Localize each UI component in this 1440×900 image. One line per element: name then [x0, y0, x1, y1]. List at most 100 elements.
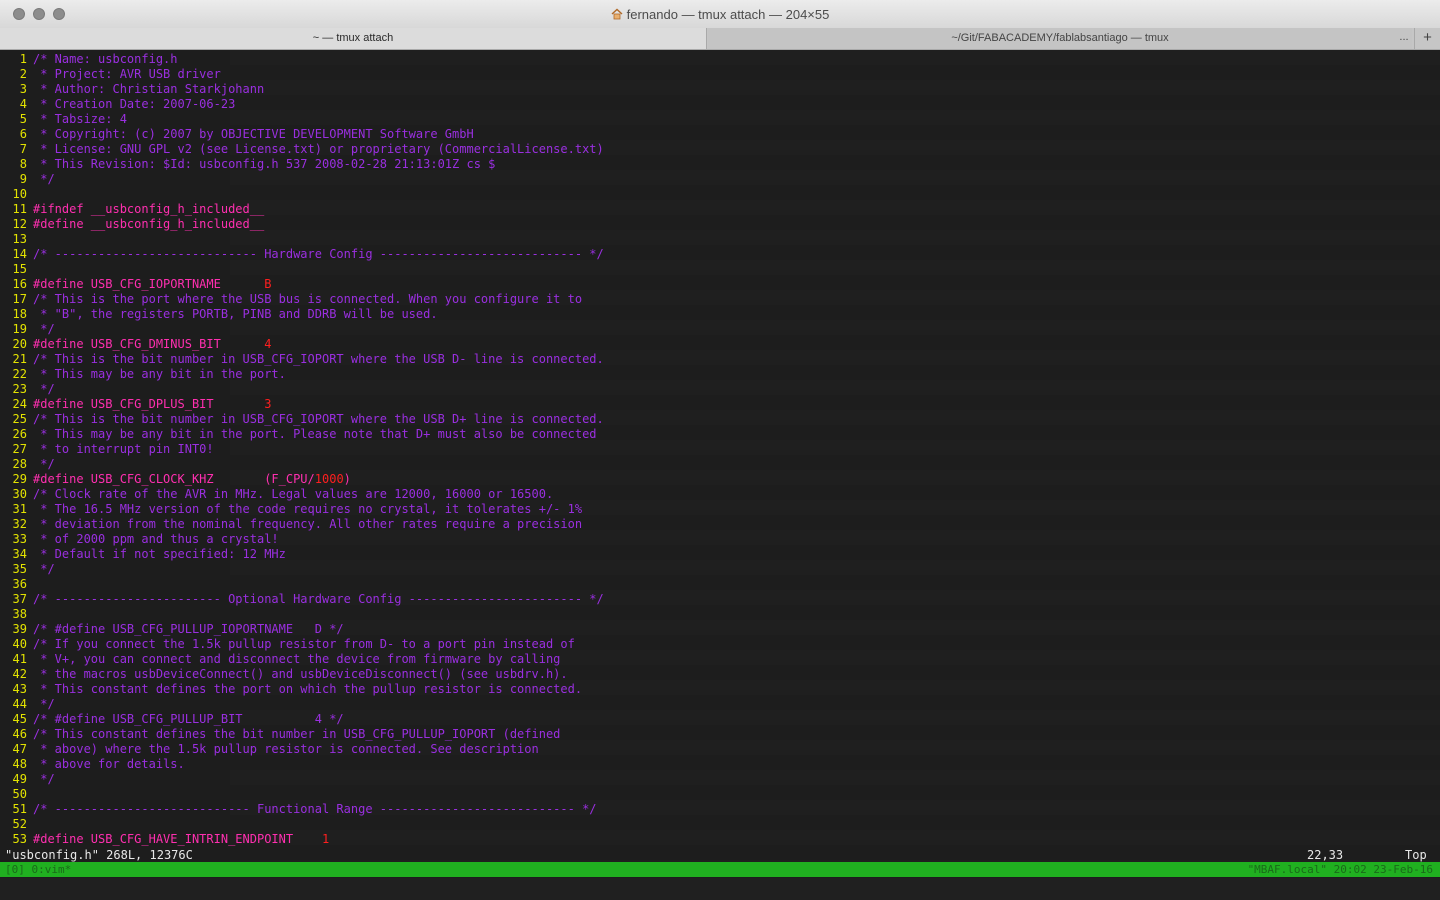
code-line[interactable]: 24 #define USB_CFG_DPLUS_BIT 3: [0, 397, 1440, 412]
code-line[interactable]: 14 /* ---------------------------- Hardwa…: [0, 247, 1440, 262]
code-line[interactable]: 27 * to interrupt pin INT0!: [0, 442, 1440, 457]
code-line[interactable]: 16 #define USB_CFG_IOPORTNAME B: [0, 277, 1440, 292]
code-line[interactable]: 52: [0, 817, 1440, 832]
code-line[interactable]: 49 */: [0, 772, 1440, 787]
line-number: 12: [12, 217, 27, 231]
code-line[interactable]: 26 * This may be any bit in the port. Pl…: [0, 427, 1440, 442]
line-number: 31: [12, 502, 27, 516]
code-line[interactable]: 15: [0, 262, 1440, 277]
code-line[interactable]: 4 * Creation Date: 2007-06-23: [0, 97, 1440, 112]
line-number: 11: [12, 202, 27, 216]
code-line[interactable]: 41 * V+, you can connect and disconnect …: [0, 652, 1440, 667]
code-line[interactable]: 21 /* This is the bit number in USB_CFG_I…: [0, 352, 1440, 367]
terminal-area[interactable]: 1/* Name: usbconfig.h 2 * Project: AVR US…: [0, 50, 1440, 900]
line-text: * Default if not specified: 12 MHz: [33, 547, 286, 561]
tab-fablabsantiago[interactable]: ~/Git/FABACADEMY/fablabsantiago — tmux: [708, 28, 1412, 49]
line-text: /* This is the port where the USB bus is…: [33, 292, 583, 306]
macro-value: 4: [264, 337, 272, 351]
line-text: * Author: Christian Starkjohann: [33, 82, 265, 96]
tab-overflow-button[interactable]: ...: [1396, 28, 1412, 49]
line-text: /* If you connect the 1.5k pullup resist…: [33, 637, 575, 651]
line-number: 46: [12, 727, 27, 741]
code-line[interactable]: 8 * This Revision: $Id: usbconfig.h 537 …: [0, 157, 1440, 172]
code-line[interactable]: 43 * This constant defines the port on w…: [0, 682, 1440, 697]
code-line[interactable]: 3 * Author: Christian Starkjohann: [0, 82, 1440, 97]
line-text: #define USB_CFG_CLOCK_KHZ (F_CPU/: [33, 472, 315, 486]
line-number: 35: [12, 562, 27, 576]
code-line[interactable]: 32 * deviation from the nominal frequenc…: [0, 517, 1440, 532]
code-line[interactable]: 9 */: [0, 172, 1440, 187]
line-text: * Creation Date: 2007-06-23: [33, 97, 236, 111]
line-number: 27: [12, 442, 27, 456]
code-line[interactable]: 12 #define __usbconfig_h_included__: [0, 217, 1440, 232]
line-text: /* Clock rate of the AVR in MHz. Legal v…: [33, 487, 554, 501]
line-number: 2: [19, 67, 27, 81]
code-line[interactable]: 53 #define USB_CFG_HAVE_INTRIN_ENDPOINT 1: [0, 832, 1440, 847]
line-text: */: [33, 382, 55, 396]
code-line[interactable]: 29 #define USB_CFG_CLOCK_KHZ (F_CPU/1000): [0, 472, 1440, 487]
code-line[interactable]: 44 */: [0, 697, 1440, 712]
bottom-strip: [0, 878, 1440, 900]
code-line[interactable]: 10: [0, 187, 1440, 202]
tab-tmux-attach[interactable]: ~ — tmux attach: [0, 28, 707, 49]
editor-buffer[interactable]: 1/* Name: usbconfig.h 2 * Project: AVR US…: [0, 52, 1440, 847]
code-line[interactable]: 13: [0, 232, 1440, 247]
window-title-text: fernando — tmux attach — 204×55: [626, 7, 830, 22]
code-line[interactable]: 17 /* This is the port where the USB bus …: [0, 292, 1440, 307]
line-number: 39: [12, 622, 27, 636]
line-number: 14: [12, 247, 27, 261]
code-line[interactable]: 40 /* If you connect the 1.5k pullup resi…: [0, 637, 1440, 652]
line-text: #define USB_CFG_DMINUS_BIT: [33, 337, 265, 351]
code-line[interactable]: 18 * "B", the registers PORTB, PINB and …: [0, 307, 1440, 322]
code-line[interactable]: 34 * Default if not specified: 12 MHz: [0, 547, 1440, 562]
line-number: 42: [12, 667, 27, 681]
code-line[interactable]: 11 #ifndef __usbconfig_h_included__: [0, 202, 1440, 217]
line-number: 15: [12, 262, 27, 276]
code-line[interactable]: 46 /* This constant defines the bit numbe…: [0, 727, 1440, 742]
code-line[interactable]: 45 /* #define USB_CFG_PULLUP_BIT 4 */: [0, 712, 1440, 727]
code-line[interactable]: 51 /* --------------------------- Functio…: [0, 802, 1440, 817]
code-line[interactable]: 30 /* Clock rate of the AVR in MHz. Legal…: [0, 487, 1440, 502]
line-number: 45: [12, 712, 27, 726]
code-line[interactable]: 6 * Copyright: (c) 2007 by OBJECTIVE DEV…: [0, 127, 1440, 142]
line-number: 33: [12, 532, 27, 546]
line-number: 22: [12, 367, 27, 381]
code-line[interactable]: 38: [0, 607, 1440, 622]
line-text: * "B", the registers PORTB, PINB and DDR…: [33, 307, 438, 321]
macro-value: B: [264, 277, 272, 291]
tmux-window-list[interactable]: [0] 0:vim*: [5, 862, 71, 877]
line-number: 6: [19, 127, 27, 141]
macro-value: 3: [264, 397, 272, 411]
line-text: #define USB_CFG_DPLUS_BIT: [33, 397, 265, 411]
code-line[interactable]: 19 */: [0, 322, 1440, 337]
code-line[interactable]: 23 */: [0, 382, 1440, 397]
code-line[interactable]: 31 * The 16.5 MHz version of the code re…: [0, 502, 1440, 517]
code-line[interactable]: 42 * the macros usbDeviceConnect() and u…: [0, 667, 1440, 682]
code-line[interactable]: 33 * of 2000 ppm and thus a crystal!: [0, 532, 1440, 547]
code-line[interactable]: 35 */: [0, 562, 1440, 577]
code-line[interactable]: 39 /* #define USB_CFG_PULLUP_IOPORTNAME D…: [0, 622, 1440, 637]
line-text: */: [33, 772, 55, 786]
code-line[interactable]: 47 * above) where the 1.5k pullup resist…: [0, 742, 1440, 757]
code-line[interactable]: 25 /* This is the bit number in USB_CFG_I…: [0, 412, 1440, 427]
line-number: 24: [12, 397, 27, 411]
code-line[interactable]: 37 /* ----------------------- Optional Ha…: [0, 592, 1440, 607]
scroll-position: Top: [1405, 848, 1427, 862]
code-line[interactable]: 28 */: [0, 457, 1440, 472]
code-line[interactable]: 1 /* Name: usbconfig.h: [0, 52, 1440, 67]
code-line[interactable]: 2 * Project: AVR USB driver: [0, 67, 1440, 82]
code-line[interactable]: 7 * License: GNU GPL v2 (see License.txt…: [0, 142, 1440, 157]
code-line[interactable]: 5 * Tabsize: 4: [0, 112, 1440, 127]
code-line[interactable]: 50: [0, 787, 1440, 802]
code-line[interactable]: 20 #define USB_CFG_DMINUS_BIT 4: [0, 337, 1440, 352]
line-number: 5: [19, 112, 27, 126]
code-line[interactable]: 36: [0, 577, 1440, 592]
code-line[interactable]: 48 * above for details.: [0, 757, 1440, 772]
line-number: 18: [12, 307, 27, 321]
line-number: 23: [12, 382, 27, 396]
tmux-host-clock: "MBAF.local" 20:02 23-Feb-16: [1247, 863, 1433, 876]
line-number: 29: [12, 472, 27, 486]
code-line[interactable]: 22 * This may be any bit in the port.: [0, 367, 1440, 382]
new-tab-button[interactable]: +: [1414, 28, 1440, 49]
line-number: 49: [12, 772, 27, 786]
